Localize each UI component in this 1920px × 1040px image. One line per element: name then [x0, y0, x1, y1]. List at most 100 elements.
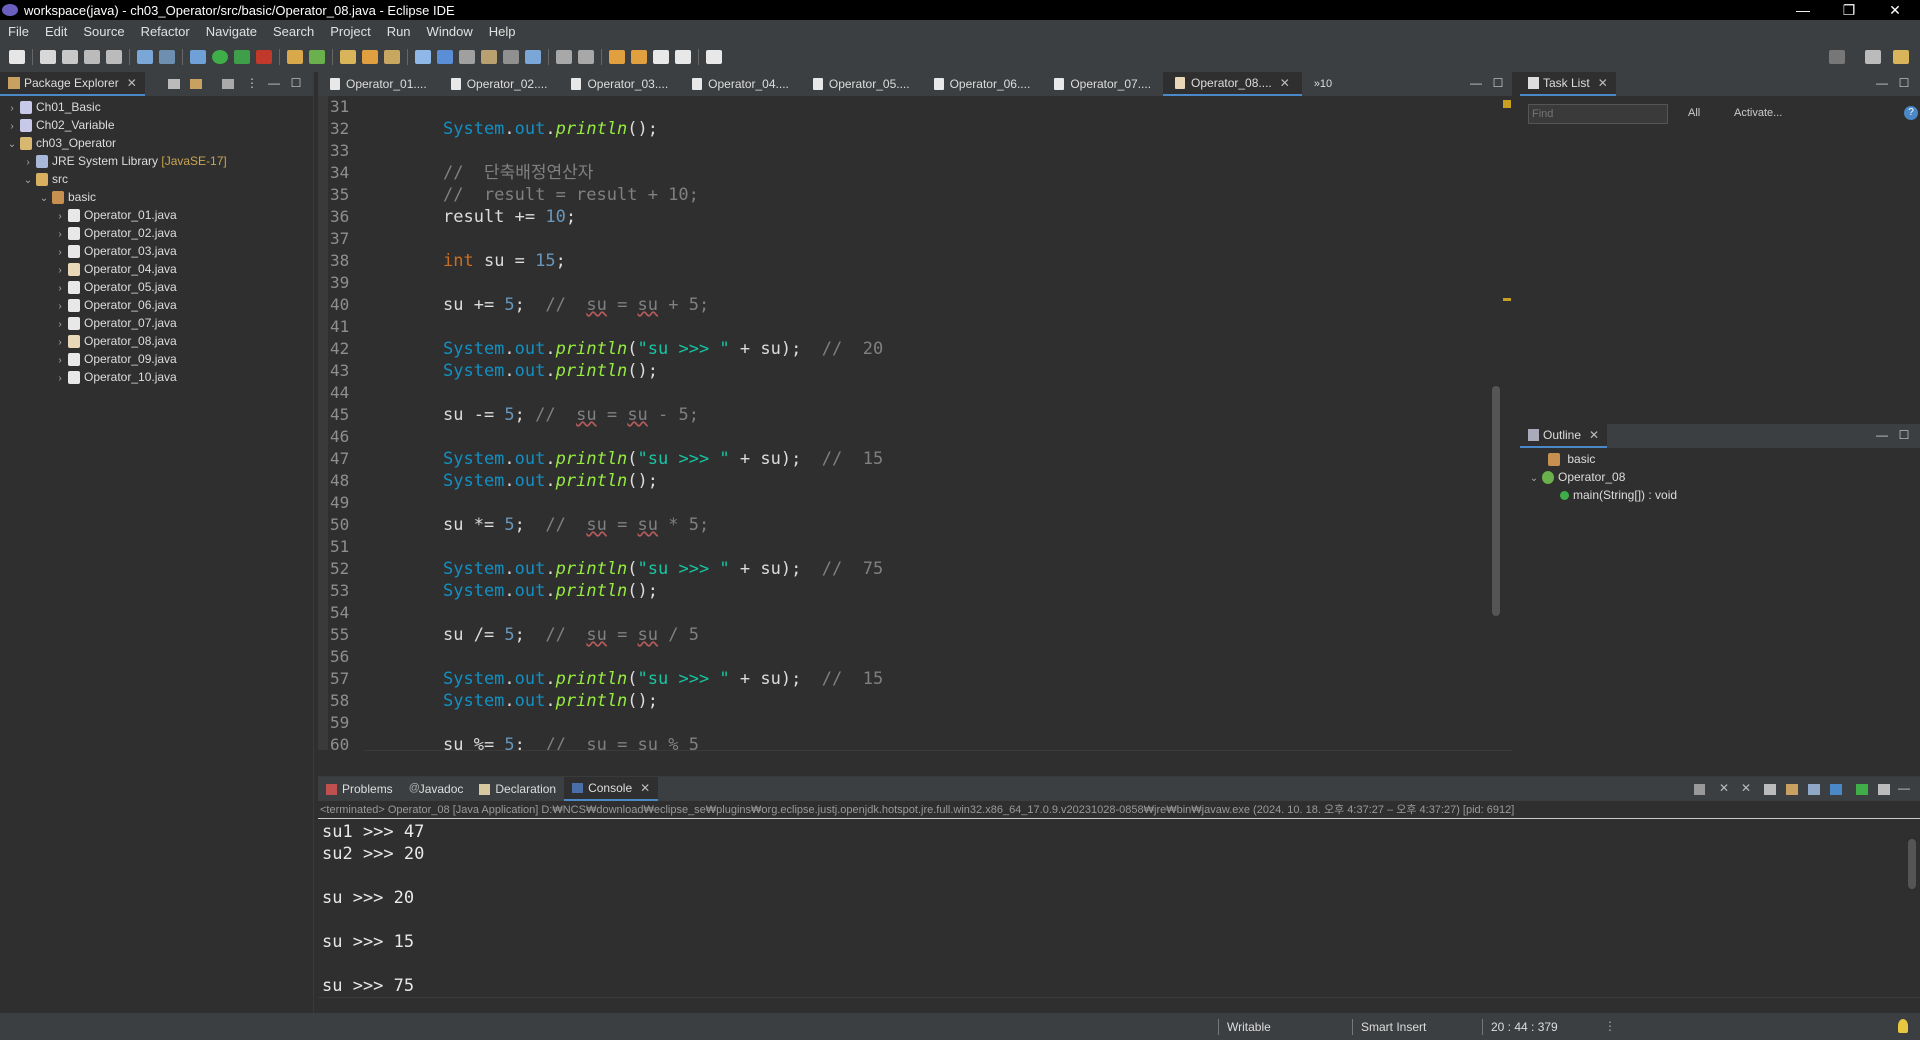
- tree-item-operator-03[interactable]: › Operator_03.java: [0, 242, 313, 260]
- tab-operator-05[interactable]: Operator_05....: [801, 72, 922, 96]
- tree-item-src[interactable]: ⌄ src: [0, 170, 313, 188]
- minimize-button[interactable]: —: [1780, 0, 1826, 20]
- new-java-project-icon[interactable]: [287, 50, 303, 64]
- highlight-icon[interactable]: [437, 50, 453, 64]
- forward-icon[interactable]: [675, 50, 691, 64]
- task-filter-all[interactable]: All: [1688, 107, 1700, 119]
- tab-outline[interactable]: Outline ✕: [1520, 424, 1608, 448]
- minimize-icon[interactable]: —: [1896, 781, 1912, 797]
- minimize-icon[interactable]: —: [266, 76, 282, 92]
- close-icon[interactable]: ✕: [127, 76, 137, 90]
- open-task-icon[interactable]: [362, 50, 378, 64]
- last-edit-icon[interactable]: [609, 50, 625, 64]
- show-whitespace-icon[interactable]: [503, 50, 519, 64]
- menu-refactor[interactable]: Refactor: [133, 24, 198, 39]
- pin-console-icon[interactable]: [1856, 784, 1868, 795]
- tree-item-ch01-basic[interactable]: › Ch01_Basic: [0, 98, 313, 116]
- debug-icon[interactable]: [190, 50, 206, 64]
- menu-run[interactable]: Run: [379, 24, 419, 39]
- tree-item-ch02-variable[interactable]: › Ch02_Variable: [0, 116, 313, 134]
- chevron-right-icon[interactable]: ›: [54, 370, 66, 388]
- tree-item-operator-10[interactable]: › Operator_10.java: [0, 368, 313, 386]
- maximize-icon[interactable]: ☐: [1896, 428, 1912, 444]
- help-icon[interactable]: ?: [1904, 106, 1918, 120]
- external-tools-icon[interactable]: [256, 50, 272, 64]
- warning-marker[interactable]: [1503, 298, 1511, 301]
- maximize-icon[interactable]: ☐: [1896, 76, 1912, 92]
- toggle-mark-icon[interactable]: [415, 50, 431, 64]
- restore-button[interactable]: ❐: [1826, 0, 1872, 20]
- display-console-icon[interactable]: [1878, 784, 1890, 795]
- tab-operator-01[interactable]: Operator_01....: [318, 72, 439, 96]
- tree-item-operator-06[interactable]: › Operator_06.java: [0, 296, 313, 314]
- console-vertical-scrollbar[interactable]: [1906, 827, 1918, 992]
- tip-lightbulb-icon[interactable]: [1898, 1019, 1908, 1033]
- forward-edit-icon[interactable]: [631, 50, 647, 64]
- maximize-icon[interactable]: ☐: [1490, 76, 1506, 92]
- close-icon[interactable]: ✕: [640, 781, 650, 795]
- pilcrow-icon[interactable]: [525, 50, 541, 64]
- java-perspective-icon[interactable]: [1893, 50, 1909, 64]
- scroll-lock-icon[interactable]: [1786, 784, 1798, 795]
- outline-item-class[interactable]: ⌄ Operator_08: [1520, 468, 1920, 486]
- tab-operator-02[interactable]: Operator_02....: [439, 72, 560, 96]
- tree-item-jre[interactable]: › JRE System Library [JavaSE-17]: [0, 152, 313, 170]
- tab-operator-04[interactable]: Operator_04....: [680, 72, 801, 96]
- minimize-icon[interactable]: —: [1468, 76, 1484, 92]
- tab-operator-07[interactable]: Operator_07....: [1042, 72, 1163, 96]
- redo-icon[interactable]: [106, 50, 122, 64]
- word-wrap-icon[interactable]: [1808, 784, 1820, 795]
- menu-edit[interactable]: Edit: [37, 24, 75, 39]
- prev-annotation-icon[interactable]: [578, 50, 594, 64]
- console-horizontal-scrollbar[interactable]: [318, 997, 1920, 1013]
- tree-item-operator-02[interactable]: › Operator_02.java: [0, 224, 313, 242]
- menu-window[interactable]: Window: [419, 24, 481, 39]
- minimize-icon[interactable]: —: [1874, 76, 1890, 92]
- save-icon[interactable]: [40, 50, 56, 64]
- link-with-editor-icon[interactable]: [190, 79, 202, 89]
- menu-help[interactable]: Help: [481, 24, 524, 39]
- editor-horizontal-scrollbar[interactable]: [364, 750, 1512, 772]
- pin-editor-icon[interactable]: [706, 50, 722, 64]
- open-type-icon[interactable]: [340, 50, 356, 64]
- search-icon[interactable]: [1829, 50, 1845, 64]
- filter-icon[interactable]: [222, 79, 234, 89]
- status-menu-icon[interactable]: ⋮: [1604, 1019, 1616, 1033]
- menu-search[interactable]: Search: [265, 24, 322, 39]
- scrollbar-thumb[interactable]: [1492, 386, 1500, 616]
- tab-operator-08[interactable]: Operator_08.... ✕: [1163, 72, 1302, 96]
- minimize-icon[interactable]: —: [1874, 428, 1890, 444]
- run-icon[interactable]: [212, 50, 228, 64]
- search-icon[interactable]: [384, 50, 400, 64]
- undo-icon[interactable]: [84, 50, 100, 64]
- tab-operator-03[interactable]: Operator_03....: [559, 72, 680, 96]
- word-wrap-icon[interactable]: [481, 50, 497, 64]
- scrollbar-thumb[interactable]: [1908, 839, 1916, 889]
- menu-project[interactable]: Project: [322, 24, 378, 39]
- maximize-icon[interactable]: ☐: [288, 76, 304, 92]
- remove-launch-icon[interactable]: ✕: [1716, 781, 1732, 797]
- close-icon[interactable]: ✕: [1280, 76, 1290, 90]
- task-find-input[interactable]: [1528, 104, 1668, 124]
- next-annotation-icon[interactable]: [556, 50, 572, 64]
- tree-item-operator-01[interactable]: › Operator_01.java: [0, 206, 313, 224]
- menu-source[interactable]: Source: [75, 24, 132, 39]
- tree-item-operator-04[interactable]: › Operator_04.java: [0, 260, 313, 278]
- outline-item-package[interactable]: basic: [1520, 450, 1920, 468]
- view-menu-icon[interactable]: ⋮: [244, 76, 260, 92]
- tab-javadoc[interactable]: @ Javadoc: [401, 777, 472, 801]
- tab-console[interactable]: Console ✕: [564, 777, 659, 801]
- tab-task-list[interactable]: Task List ✕: [1520, 72, 1616, 96]
- task-activate-link[interactable]: Activate...: [1734, 107, 1782, 119]
- tree-item-operator-08[interactable]: › Operator_08.java: [0, 332, 313, 350]
- warning-marker[interactable]: [1503, 100, 1511, 108]
- console-output[interactable]: su1 >>> 47 su2 >>> 20 su >>> 20 su >>> 1…: [318, 821, 1904, 996]
- coverage-icon[interactable]: [234, 50, 250, 64]
- editor-vertical-scrollbar[interactable]: [1490, 96, 1502, 750]
- remove-all-icon[interactable]: ✕: [1738, 781, 1754, 797]
- open-perspective-icon[interactable]: [1865, 50, 1881, 64]
- tree-item-operator-07[interactable]: › Operator_07.java: [0, 314, 313, 332]
- tab-package-explorer[interactable]: Package Explorer ✕: [0, 72, 145, 96]
- close-icon[interactable]: ✕: [1589, 428, 1599, 442]
- tab-overflow[interactable]: »10: [1302, 72, 1344, 96]
